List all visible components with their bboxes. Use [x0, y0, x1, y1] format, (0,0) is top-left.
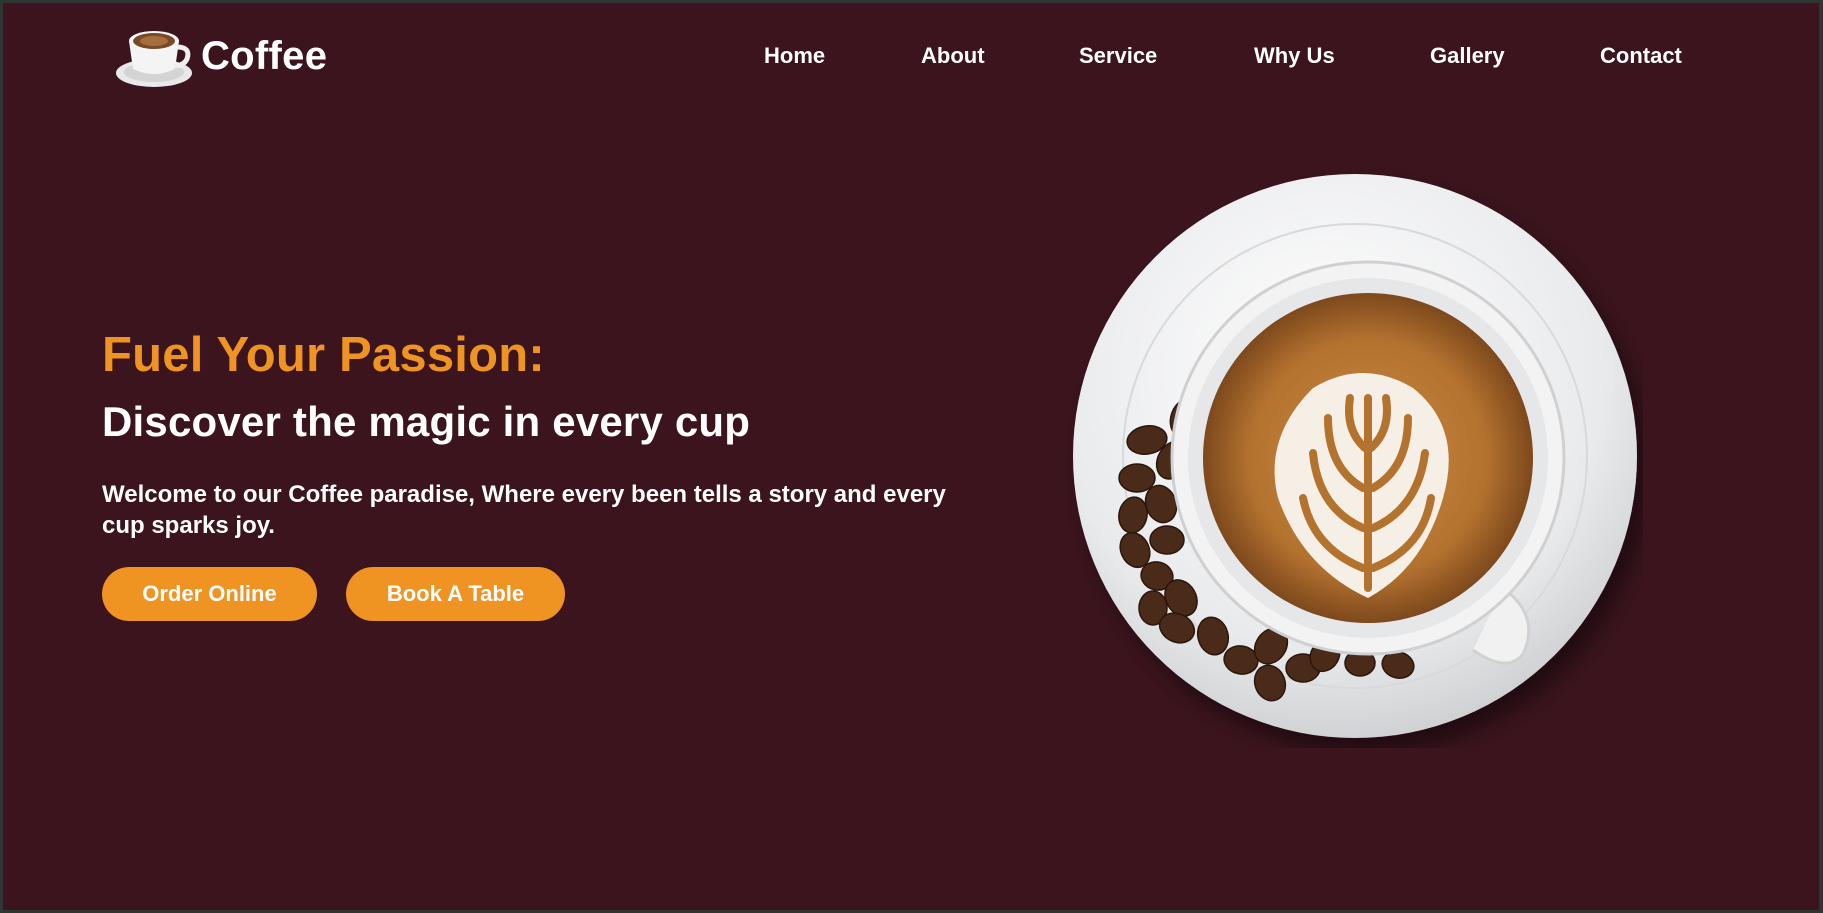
latte-art-cup-image [1063, 168, 1643, 748]
order-online-button[interactable]: Order Online [102, 567, 317, 621]
book-table-button[interactable]: Book A Table [346, 567, 565, 621]
hero-title: Fuel Your Passion: [102, 328, 545, 382]
nav-item-service[interactable]: Service [1079, 43, 1157, 69]
hero-subtitle: Discover the magic in every cup [102, 398, 751, 445]
nav-item-why-us[interactable]: Why Us [1254, 43, 1335, 69]
site-header: Coffee Home About Service Why Us Gallery… [3, 3, 1819, 113]
hero-description: Welcome to our Coffee paradise, Where ev… [102, 481, 946, 539]
nav-item-home[interactable]: Home [764, 43, 825, 69]
page: Coffee Home About Service Why Us Gallery… [3, 3, 1819, 910]
main-nav: Home About Service Why Us Gallery Contac… [3, 43, 1819, 73]
nav-item-gallery[interactable]: Gallery [1430, 43, 1505, 69]
nav-item-about[interactable]: About [921, 43, 985, 69]
nav-item-contact[interactable]: Contact [1600, 43, 1682, 69]
